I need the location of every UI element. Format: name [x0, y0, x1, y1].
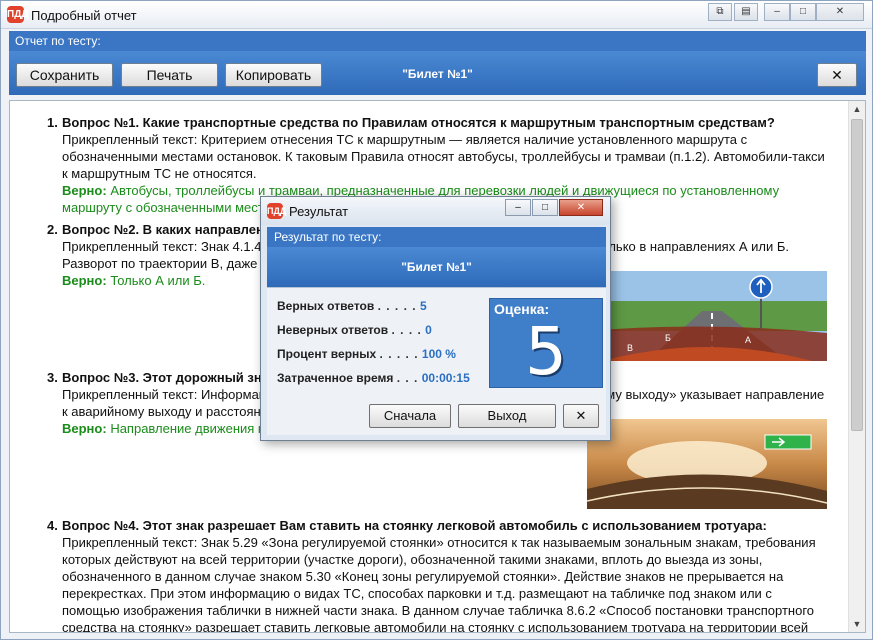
stat-value: 5	[419, 299, 427, 313]
stat-percent: Процент верных . . . . . 100 %	[277, 347, 456, 361]
scroll-down-icon[interactable]: ▼	[849, 616, 865, 632]
road-sign-image: В Б А	[587, 271, 827, 361]
exit-button[interactable]: Выход	[458, 404, 556, 428]
stat-value: 0	[425, 323, 432, 337]
dialog-ticket-title: "Билет №1"	[267, 247, 606, 287]
svg-text:Б: Б	[665, 333, 671, 343]
app-logo-icon: ПДД	[267, 203, 286, 219]
svg-text:В: В	[627, 343, 633, 353]
toolbar: Сохранить Печать Копировать "Билет №1" ✕	[9, 51, 866, 95]
window-titlebar[interactable]: ПДД Подробный отчет ⧉ ▤ – □ ✕	[1, 1, 872, 29]
correct-text: Только А или Б.	[110, 273, 206, 288]
stat-dots: . . . . .	[379, 347, 419, 361]
question-number: 3.	[47, 370, 58, 385]
result-body: Верных ответов . . . . . 5 Неверных отве…	[267, 287, 606, 435]
tunnel-image	[587, 419, 827, 509]
stat-dots: . . . .	[391, 323, 422, 337]
restart-button[interactable]: Сначала	[369, 404, 451, 428]
stat-incorrect: Неверных ответов . . . . 0	[277, 323, 432, 337]
correct-label: Верно:	[62, 421, 107, 436]
vertical-scrollbar[interactable]: ▲ ▼	[848, 101, 865, 632]
dialog-titlebar[interactable]: ПДД Результат – □ ✕	[261, 197, 610, 225]
window-title: Подробный отчет	[31, 8, 137, 23]
stat-dots: . . . . .	[377, 299, 417, 313]
correct-label: Верно:	[62, 183, 107, 198]
stat-label: Затраченное время	[277, 371, 394, 385]
dialog-maximize-button[interactable]: □	[532, 199, 558, 216]
stat-value: 00:00:15	[421, 371, 470, 385]
close-button[interactable]: ✕	[816, 3, 864, 21]
scroll-thumb[interactable]	[851, 119, 863, 431]
stat-value: 100 %	[421, 347, 456, 361]
dialog-title: Результат	[289, 204, 349, 219]
stat-time: Затраченное время . . . 00:00:15	[277, 371, 470, 385]
minimize-button[interactable]: –	[764, 3, 790, 21]
pin-icon[interactable]: ▤	[734, 3, 758, 21]
question-number: 4.	[47, 518, 58, 533]
app-logo-icon: ПДД	[7, 6, 28, 23]
dialog-minimize-button[interactable]: –	[505, 199, 531, 216]
stat-label: Неверных ответов	[277, 323, 389, 337]
stat-label: Верных ответов	[277, 299, 375, 313]
svg-text:А: А	[745, 335, 751, 345]
question-title: Вопрос №1. Какие транспортные средства п…	[62, 115, 775, 130]
toolbar-close-button[interactable]: ✕	[817, 63, 857, 87]
question-number: 2.	[47, 222, 58, 237]
stat-correct: Верных ответов . . . . . 5	[277, 299, 427, 313]
attached-text: Прикрепленный текст: Знак 5.29 «Зона рег…	[62, 535, 816, 633]
ticket-title: "Билет №1"	[402, 67, 473, 81]
maximize-button[interactable]: □	[790, 3, 816, 21]
restore-icon[interactable]: ⧉	[708, 3, 732, 21]
question-title: Вопрос №4. Этот знак разрешает Вам стави…	[62, 518, 767, 533]
correct-label: Верно:	[62, 273, 107, 288]
result-dialog: ПДД Результат – □ ✕ Результат по тесту: …	[260, 196, 611, 441]
dialog-close-x-button[interactable]: ✕	[563, 404, 599, 428]
stat-label: Процент верных	[277, 347, 377, 361]
attached-text: Прикрепленный текст: Критерием отнесения…	[62, 132, 825, 181]
dialog-close-button[interactable]: ✕	[559, 199, 603, 216]
result-panel-title: Результат по тесту:	[267, 227, 606, 247]
scroll-up-icon[interactable]: ▲	[849, 101, 865, 117]
report-panel-title: Отчет по тесту:	[9, 31, 866, 51]
stat-dots: . . .	[396, 371, 419, 385]
question-number: 1.	[47, 115, 58, 130]
grade-value: 5	[525, 313, 567, 390]
grade-box: Оценка: 5	[489, 298, 603, 390]
